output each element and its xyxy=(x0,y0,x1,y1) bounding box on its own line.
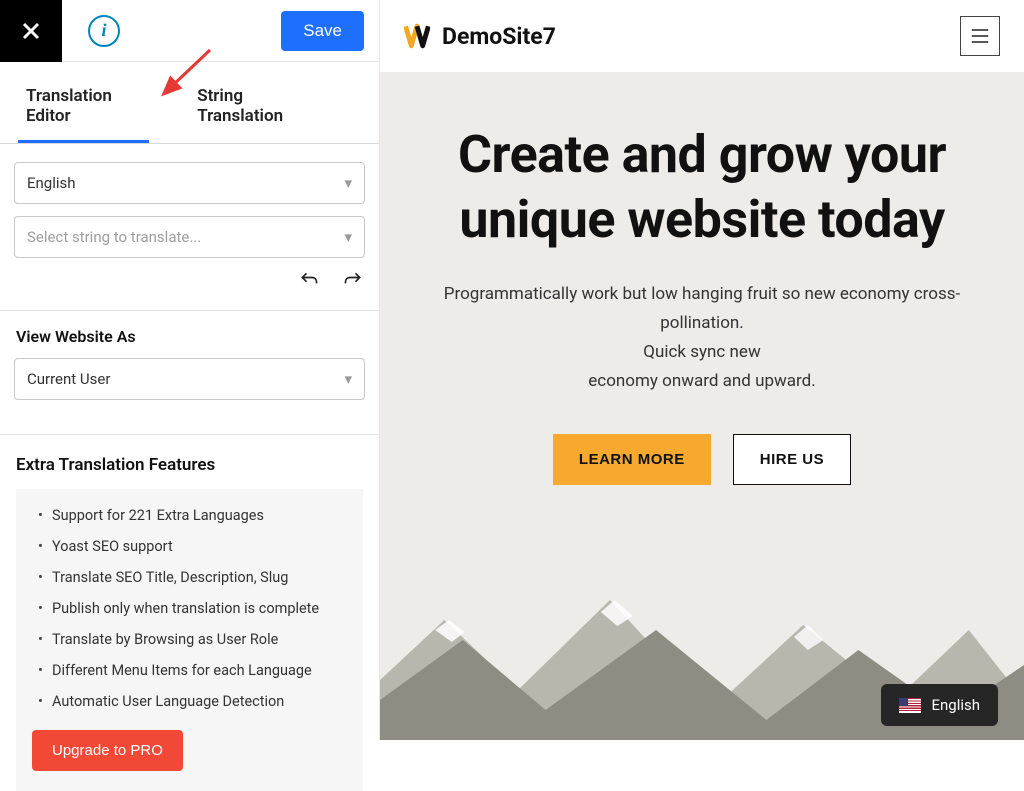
sidebar-top-row: i Save xyxy=(0,0,379,62)
language-switcher-label: English xyxy=(931,696,980,714)
hero-buttons: LEARN MORE HIRE US xyxy=(406,434,998,485)
feature-item: Publish only when translation is complet… xyxy=(38,600,347,617)
site-brand[interactable]: DemoSite7 xyxy=(404,23,556,50)
tab-string-translation[interactable]: String Translation xyxy=(189,70,321,143)
language-select-value: English xyxy=(27,174,76,192)
hero-title: Create and grow your unique website toda… xyxy=(406,122,998,252)
flag-us-icon xyxy=(899,698,921,713)
info-icon: i xyxy=(101,20,106,41)
chevron-down-icon: ▾ xyxy=(344,228,352,246)
upgrade-to-pro-button[interactable]: Upgrade to PRO xyxy=(32,730,183,771)
view-as-label: View Website As xyxy=(0,327,379,358)
hero-section: Create and grow your unique website toda… xyxy=(380,72,1024,740)
feature-item: Yoast SEO support xyxy=(38,538,347,555)
feature-item: Automatic User Language Detection xyxy=(38,693,347,710)
feature-item: Translate SEO Title, Description, Slug xyxy=(38,569,347,586)
hamburger-menu-button[interactable] xyxy=(960,16,1000,56)
feature-item: Different Menu Items for each Language xyxy=(38,662,347,679)
translation-sidebar: i Save Translation Editor String Transla… xyxy=(0,0,380,740)
extra-features-title: Extra Translation Features xyxy=(16,455,363,475)
close-icon xyxy=(19,19,43,43)
hire-us-button[interactable]: HIRE US xyxy=(733,434,851,485)
site-name: DemoSite7 xyxy=(442,23,556,50)
feature-item: Translate by Browsing as User Role xyxy=(38,631,347,648)
site-header: DemoSite7 xyxy=(380,0,1024,72)
hero-subtitle: Programmatically work but low hanging fr… xyxy=(406,280,998,396)
feature-list: Support for 221 Extra Languages Yoast SE… xyxy=(32,507,347,710)
view-as-value: Current User xyxy=(27,370,110,388)
sidebar-tabs: Translation Editor String Translation xyxy=(0,70,379,144)
previous-string-icon[interactable] xyxy=(299,270,319,290)
chevron-down-icon: ▾ xyxy=(344,174,352,192)
tab-translation-editor[interactable]: Translation Editor xyxy=(18,70,149,143)
view-as-select[interactable]: Current User ▾ xyxy=(14,358,365,400)
hamburger-icon xyxy=(971,29,989,43)
language-switcher[interactable]: English xyxy=(881,684,998,726)
learn-more-button[interactable]: LEARN MORE xyxy=(553,434,711,485)
save-button[interactable]: Save xyxy=(281,11,364,51)
chevron-down-icon: ▾ xyxy=(344,370,352,388)
feature-item: Support for 221 Extra Languages xyxy=(38,507,347,524)
language-select[interactable]: English ▾ xyxy=(14,162,365,204)
string-select[interactable]: Select string to translate... ▾ xyxy=(14,216,365,258)
site-preview: DemoSite7 Create and grow your unique we… xyxy=(380,0,1024,740)
extra-features-box: Support for 221 Extra Languages Yoast SE… xyxy=(16,489,363,791)
close-button[interactable] xyxy=(0,0,62,62)
site-logo-icon xyxy=(404,23,430,49)
next-string-icon[interactable] xyxy=(343,270,363,290)
string-select-placeholder: Select string to translate... xyxy=(27,228,201,246)
info-button[interactable]: i xyxy=(88,15,120,47)
